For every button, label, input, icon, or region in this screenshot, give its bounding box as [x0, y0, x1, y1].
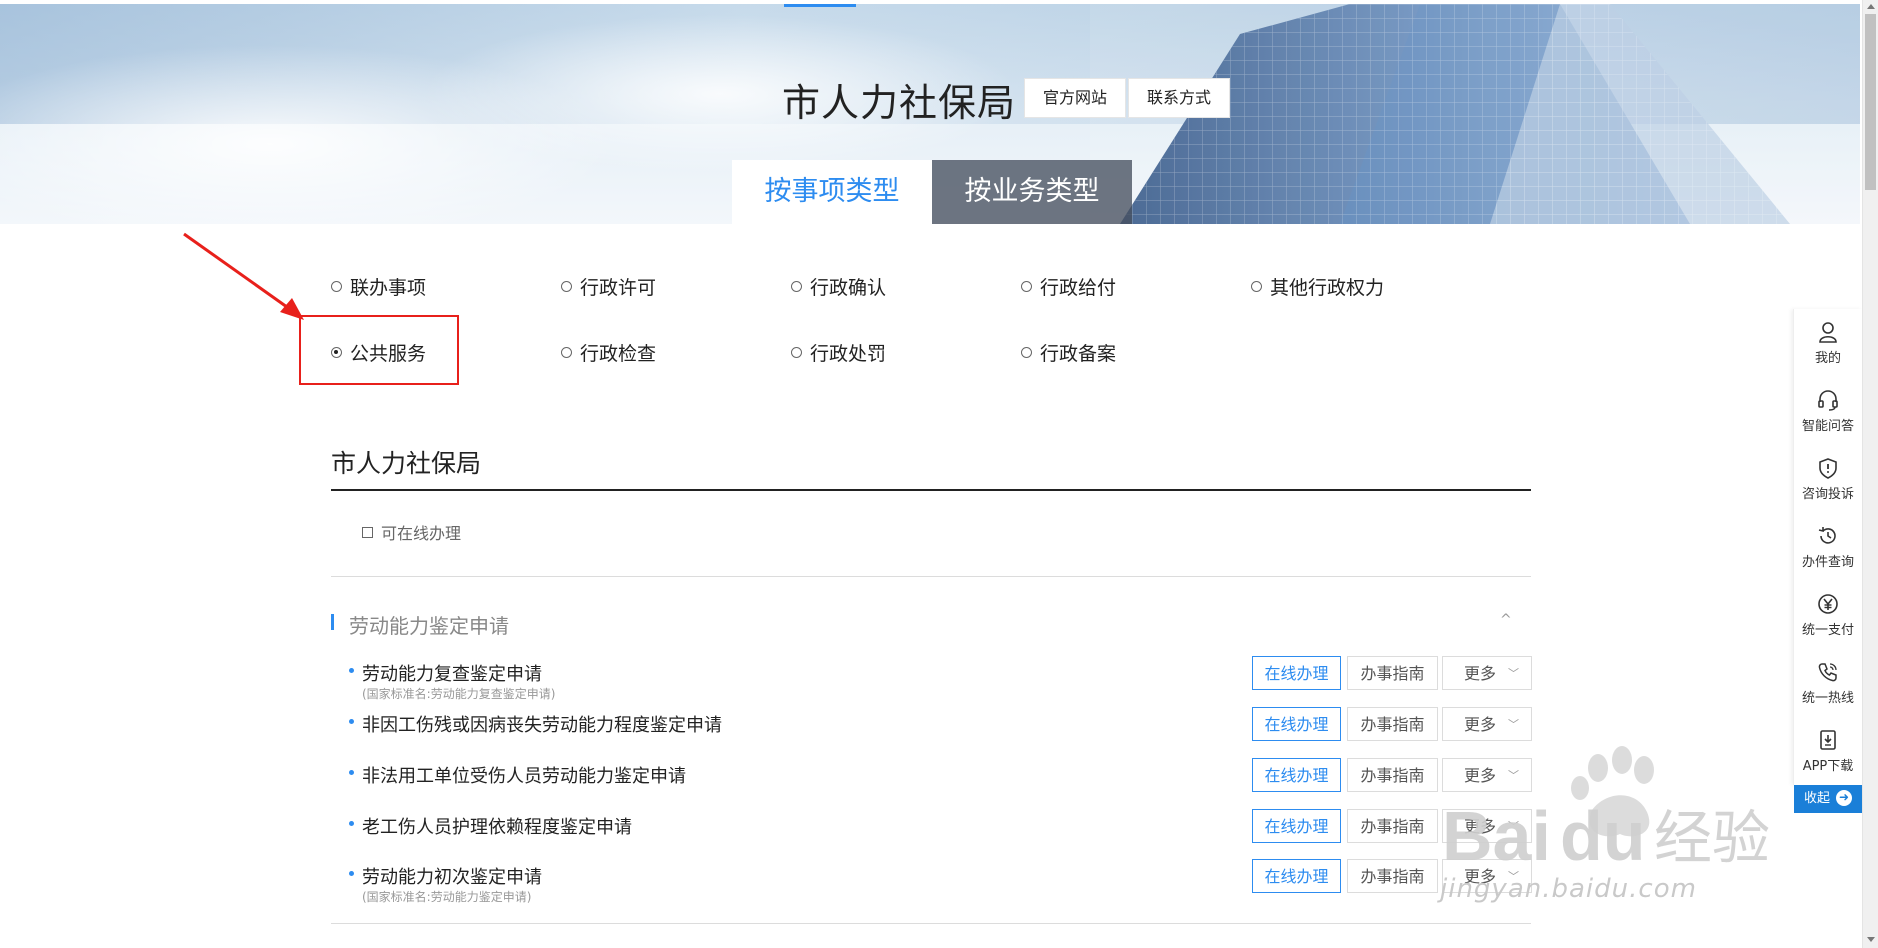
- scroll-thumb[interactable]: [1865, 14, 1876, 190]
- divider: [331, 923, 1531, 924]
- radio-icon: [561, 347, 572, 358]
- yen-icon: [1818, 594, 1838, 614]
- watermark-url: jingyan.baidu.com: [1440, 874, 1697, 904]
- page-scrollbar[interactable]: [1862, 0, 1878, 948]
- filter-radio-inspection[interactable]: 行政检查: [561, 341, 656, 367]
- group-marker: [331, 614, 334, 630]
- sidebar-item-mine[interactable]: 我的: [1794, 321, 1862, 366]
- online-only-checkbox[interactable]: 可在线办理: [362, 520, 461, 544]
- chevron-down-icon: ﹀: [1508, 718, 1519, 731]
- section-title: 市人力社保局: [331, 449, 482, 478]
- floating-sidebar: 我的 智能问答 咨询投诉 办件查询 统一支付 统一热线 APP下载 收起 ➜: [1793, 309, 1862, 813]
- group-title: 劳动能力鉴定申请: [349, 614, 509, 638]
- service-name[interactable]: 劳动能力复查鉴定申请: [362, 660, 542, 686]
- radio-icon: [791, 347, 802, 358]
- phone-icon: [1818, 663, 1837, 682]
- filter-radio-penalty[interactable]: 行政处罚: [791, 341, 886, 367]
- service-row: 劳动能力初次鉴定申请 (国家标准名:劳动能力鉴定申请) 在线办理 办事指南 更多…: [346, 859, 1532, 905]
- scroll-down-icon[interactable]: [1867, 937, 1875, 942]
- history-icon: [1818, 527, 1836, 544]
- download-icon: [1820, 730, 1836, 750]
- sidebar-item-case-query[interactable]: 办件查询: [1794, 525, 1862, 570]
- service-row: 老工伤人员护理依赖程度鉴定申请 在线办理 办事指南 更多 ﹀: [346, 809, 1532, 855]
- sidebar-item-complaint[interactable]: 咨询投诉: [1794, 457, 1862, 502]
- bullet-icon: [349, 871, 354, 876]
- filter-radio-confirmation[interactable]: 行政确认: [791, 275, 886, 301]
- radio-icon: [791, 281, 802, 292]
- filter-radio-payment[interactable]: 行政给付: [1021, 275, 1116, 301]
- scroll-up-icon[interactable]: [1867, 4, 1875, 9]
- online-apply-button[interactable]: 在线办理: [1252, 707, 1341, 741]
- more-dropdown[interactable]: 更多 ﹀: [1442, 656, 1532, 690]
- service-standard-name: (国家标准名:劳动能力复查鉴定申请): [362, 687, 556, 701]
- site-title: 市人力社保局: [782, 81, 1017, 125]
- svg-text:经验: 经验: [1654, 804, 1770, 872]
- service-row: 劳动能力复查鉴定申请 (国家标准名:劳动能力复查鉴定申请) 在线办理 办事指南 …: [346, 656, 1532, 702]
- annotation-arrow-icon: [183, 232, 304, 320]
- radio-icon: [331, 281, 342, 292]
- service-standard-name: (国家标准名:劳动能力鉴定申请): [362, 890, 532, 904]
- checkbox-icon: [362, 527, 373, 538]
- bullet-icon: [349, 770, 354, 775]
- guide-button[interactable]: 办事指南: [1347, 859, 1438, 893]
- radio-icon: [1251, 281, 1262, 292]
- tab-by-business-type[interactable]: 按业务类型: [932, 160, 1132, 224]
- official-site-button[interactable]: 官方网站: [1024, 78, 1127, 118]
- section-divider: [331, 489, 1531, 491]
- divider: [331, 576, 1531, 577]
- radio-icon: [561, 281, 572, 292]
- svg-text:du: du: [1560, 797, 1646, 875]
- radio-icon: [1021, 347, 1032, 358]
- annotation-highlight-box: [299, 315, 459, 385]
- sidebar-item-smart-qa[interactable]: 智能问答: [1794, 389, 1862, 434]
- sidebar-item-payment[interactable]: 统一支付: [1794, 593, 1862, 638]
- guide-button[interactable]: 办事指南: [1347, 809, 1438, 843]
- sidebar-item-app-download[interactable]: APP下载: [1794, 729, 1862, 774]
- bullet-icon: [349, 719, 354, 724]
- filter-radio-joint[interactable]: 联办事项: [331, 275, 426, 301]
- service-name[interactable]: 非因工伤残或因病丧失劳动能力程度鉴定申请: [362, 711, 722, 737]
- guide-button[interactable]: 办事指南: [1347, 707, 1438, 741]
- chevron-up-icon[interactable]: ^: [1500, 612, 1512, 628]
- contact-button[interactable]: 联系方式: [1128, 78, 1231, 118]
- radio-icon: [1021, 281, 1032, 292]
- online-apply-button[interactable]: 在线办理: [1252, 859, 1341, 893]
- guide-button[interactable]: 办事指南: [1347, 758, 1438, 792]
- sidebar-collapse-button[interactable]: 收起 ➜: [1794, 785, 1862, 813]
- nav-active-indicator: [784, 4, 856, 7]
- service-row: 非因工伤残或因病丧失劳动能力程度鉴定申请 在线办理 办事指南 更多 ﹀: [346, 707, 1532, 753]
- service-name[interactable]: 非法用工单位受伤人员劳动能力鉴定申请: [362, 762, 686, 788]
- bullet-icon: [349, 668, 354, 673]
- tab-by-item-type[interactable]: 按事项类型: [732, 160, 932, 224]
- filter-radio-filing[interactable]: 行政备案: [1021, 341, 1116, 367]
- guide-button[interactable]: 办事指南: [1347, 656, 1438, 690]
- bullet-icon: [349, 821, 354, 826]
- arrow-right-icon: ➜: [1836, 789, 1852, 806]
- more-dropdown[interactable]: 更多 ﹀: [1442, 707, 1532, 741]
- filter-radio-licensing[interactable]: 行政许可: [561, 275, 656, 301]
- svg-text:Bai: Bai: [1442, 797, 1551, 875]
- shield-icon: [1819, 458, 1837, 479]
- headset-icon: [1818, 390, 1838, 411]
- service-row: 非法用工单位受伤人员劳动能力鉴定申请 在线办理 办事指南 更多 ﹀: [346, 758, 1532, 804]
- user-icon: [1819, 322, 1837, 343]
- online-apply-button[interactable]: 在线办理: [1252, 758, 1341, 792]
- filter-radio-other-powers[interactable]: 其他行政权力: [1251, 275, 1384, 301]
- sidebar-item-hotline[interactable]: 统一热线: [1794, 661, 1862, 706]
- chevron-down-icon: ﹀: [1508, 667, 1519, 680]
- online-apply-button[interactable]: 在线办理: [1252, 809, 1341, 843]
- service-name[interactable]: 老工伤人员护理依赖程度鉴定申请: [362, 813, 632, 839]
- online-apply-button[interactable]: 在线办理: [1252, 656, 1341, 690]
- service-name[interactable]: 劳动能力初次鉴定申请: [362, 863, 542, 889]
